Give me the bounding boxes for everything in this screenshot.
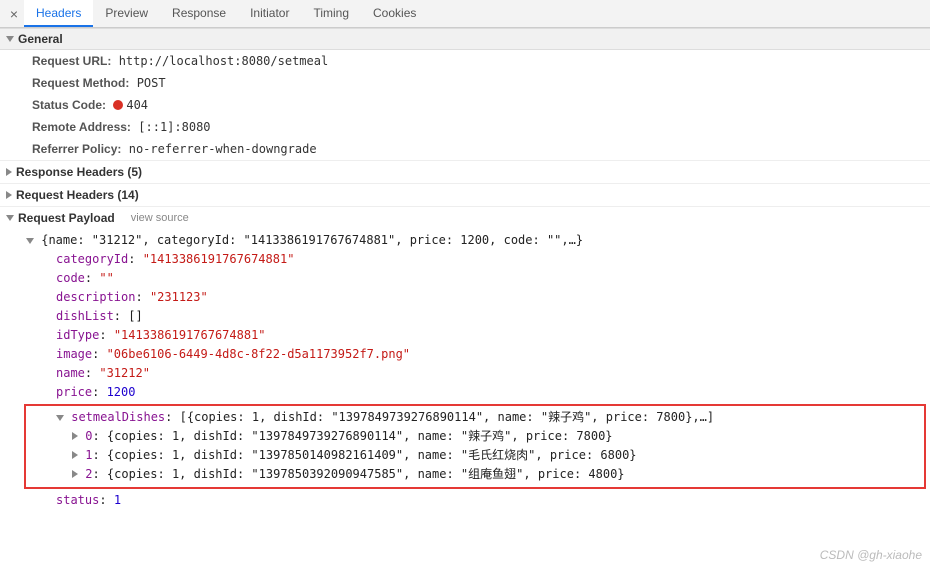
field-idType: idType: "1413386191767674881" (12, 326, 930, 345)
label: Status Code: (32, 98, 106, 112)
array-item-2[interactable]: 2: {copies: 1, dishId: "1397850392090947… (26, 465, 924, 484)
tab-response[interactable]: Response (160, 0, 238, 27)
chevron-down-icon (56, 415, 64, 421)
highlight-box: setmealDishes: [{copies: 1, dishId: "139… (24, 404, 926, 489)
watermark: CSDN @gh-xiaohe (820, 548, 922, 562)
value: POST (137, 76, 166, 90)
label: Referrer Policy: (32, 142, 121, 156)
tab-headers[interactable]: Headers (24, 0, 93, 27)
section-title: Response Headers (5) (16, 165, 142, 179)
view-source-link[interactable]: view source (131, 212, 189, 224)
status-dot-icon (113, 100, 123, 110)
payload-summary[interactable]: {name: "31212", categoryId: "14133861917… (12, 231, 930, 250)
array-item-1[interactable]: 1: {copies: 1, dishId: "1397850140982161… (26, 446, 924, 465)
row-referrer-policy: Referrer Policy: no-referrer-when-downgr… (0, 138, 930, 160)
status-code-text: 404 (126, 98, 148, 112)
section-request-headers[interactable]: Request Headers (14) (0, 183, 930, 206)
tab-timing[interactable]: Timing (301, 0, 361, 27)
section-title: Request Headers (14) (16, 188, 139, 202)
chevron-right-icon (6, 168, 12, 176)
section-response-headers[interactable]: Response Headers (5) (0, 160, 930, 183)
field-dishList: dishList: [] (12, 307, 930, 326)
value: 404 (113, 98, 148, 112)
row-remote-address: Remote Address: [::1]:8080 (0, 116, 930, 138)
array-item-0[interactable]: 0: {copies: 1, dishId: "1397849739276890… (26, 427, 924, 446)
label: Remote Address: (32, 120, 131, 134)
chevron-right-icon (6, 191, 12, 199)
row-request-url: Request URL: http://localhost:8080/setme… (0, 50, 930, 72)
value: [::1]:8080 (138, 120, 210, 134)
field-description: description: "231123" (12, 288, 930, 307)
close-icon[interactable]: × (4, 6, 24, 22)
section-title: General (18, 32, 63, 46)
chevron-down-icon (6, 215, 14, 221)
section-title: Request Payload (18, 211, 115, 225)
field-code: code: "" (12, 269, 930, 288)
chevron-right-icon (72, 470, 78, 478)
field-image: image: "06be6106-6449-4d8c-8f22-d5a11739… (12, 345, 930, 364)
tab-preview[interactable]: Preview (93, 0, 160, 27)
devtools-tabs: × Headers Preview Response Initiator Tim… (0, 0, 930, 28)
field-setmealDishes[interactable]: setmealDishes: [{copies: 1, dishId: "139… (26, 408, 924, 427)
value: http://localhost:8080/setmeal (119, 54, 329, 68)
value: no-referrer-when-downgrade (129, 142, 317, 156)
tab-initiator[interactable]: Initiator (238, 0, 301, 27)
field-status: status: 1 (12, 491, 930, 510)
tab-cookies[interactable]: Cookies (361, 0, 428, 27)
chevron-right-icon (72, 432, 78, 440)
section-general[interactable]: General (0, 28, 930, 50)
payload-tree: {name: "31212", categoryId: "14133861917… (0, 229, 930, 512)
summary-text: {name: "31212", categoryId: "14133861917… (41, 233, 583, 247)
field-price: price: 1200 (12, 383, 930, 402)
chevron-right-icon (72, 451, 78, 459)
section-request-payload[interactable]: Request Payload view source (0, 206, 930, 229)
field-name: name: "31212" (12, 364, 930, 383)
row-status-code: Status Code: 404 (0, 94, 930, 116)
chevron-down-icon (6, 36, 14, 42)
label: Request Method: (32, 76, 129, 90)
chevron-down-icon (26, 238, 34, 244)
field-categoryId: categoryId: "1413386191767674881" (12, 250, 930, 269)
label: Request URL: (32, 54, 111, 68)
row-request-method: Request Method: POST (0, 72, 930, 94)
